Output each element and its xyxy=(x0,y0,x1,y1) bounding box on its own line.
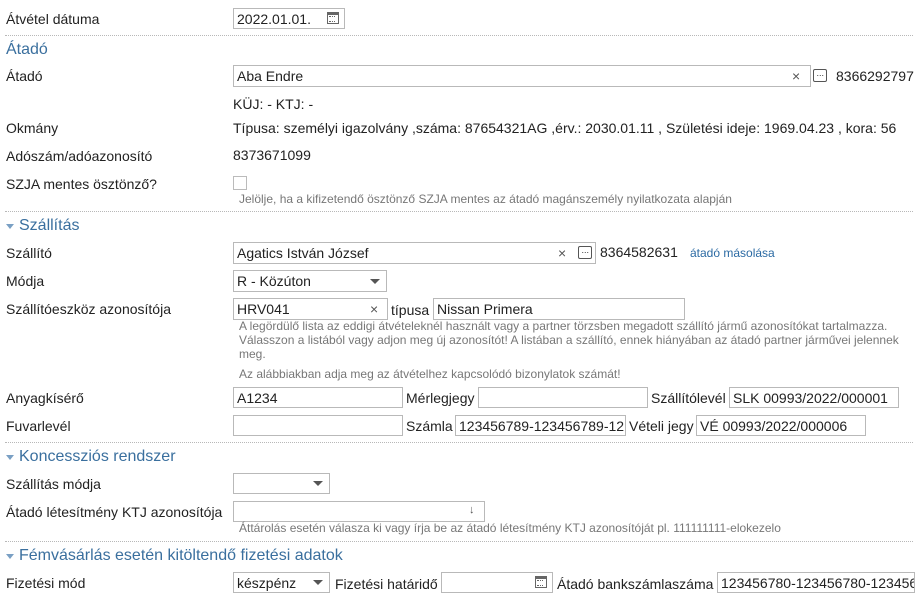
bank-label: Átadó bankszámlaszáma xyxy=(557,576,714,592)
chevron-down-icon xyxy=(313,481,323,486)
bank-value: 123456780-123456780-123456 xyxy=(721,575,915,591)
eszkoz-hint-3: meg. xyxy=(239,347,266,361)
veteli-value: VÉ 00993/2022/000006 xyxy=(700,418,848,434)
section-header-szallitas[interactable]: Szállítás xyxy=(6,217,79,235)
atado-copy-link[interactable]: átadó másolása xyxy=(690,246,775,260)
veteli-input[interactable]: VÉ 00993/2022/000006 xyxy=(696,415,866,436)
chevron-down-icon xyxy=(313,580,323,585)
atvetel-date-value: 2022.01.01. xyxy=(237,11,311,27)
szallito-code: 8364582631 xyxy=(600,244,678,260)
szallito-value: Agatics István József xyxy=(237,245,369,261)
atado-label: Átadó xyxy=(6,68,43,84)
tipusa-value: Nissan Primera xyxy=(437,301,533,317)
fizmod-label: Fizetési mód xyxy=(6,575,86,591)
separator xyxy=(5,35,913,36)
szallitolevel-input[interactable]: SLK 00993/2022/000001 xyxy=(729,387,899,408)
fuvarlevel-label: Fuvarlevél xyxy=(6,418,71,434)
fizmod-value: készpénz xyxy=(237,575,297,591)
bank-input[interactable]: 123456780-123456780-123456 xyxy=(717,572,915,593)
collapse-triangle-icon xyxy=(6,554,14,559)
szallitolevel-value: SLK 00993/2022/000001 xyxy=(733,390,888,406)
szja-checkbox[interactable] xyxy=(233,176,247,190)
modja-select[interactable]: R - Közúton xyxy=(233,270,387,292)
section-title-fem: Fémvásárlás esetén kitöltendő fizetési a… xyxy=(19,547,343,564)
section-title-atado: Átadó xyxy=(6,41,48,58)
section-title-koncesszio: Koncessziós rendszer xyxy=(19,448,176,465)
eszkoz-label: Szállítóeszköz azonosítója xyxy=(6,301,171,317)
eszkoz-hint-1: A legördülő lista az eddigi átvételeknél… xyxy=(239,319,888,333)
atado-value: Aba Endre xyxy=(237,68,304,84)
tipusa-input[interactable]: Nissan Primera xyxy=(433,298,685,320)
modja-value: R - Közúton xyxy=(237,273,311,289)
szallitolevel-label: Szállítólevél xyxy=(651,390,726,406)
section-header-fem[interactable]: Fémvásárlás esetén kitöltendő fizetési a… xyxy=(6,547,343,565)
eszkoz-value: HRV041 xyxy=(237,301,290,317)
okmany-label: Okmány xyxy=(6,120,59,136)
collapse-triangle-icon xyxy=(6,455,14,460)
szja-label: SZJA mentes ösztönző? xyxy=(6,176,157,192)
ktj-hint: Áttárolás esetén válasza ki vagy írja be… xyxy=(239,521,781,535)
szallito-label: Szállító xyxy=(6,245,52,261)
anyagkisero-label: Anyagkísérő xyxy=(6,390,84,406)
fuvarlevel-input[interactable] xyxy=(233,415,403,436)
szallitas-modja-label: Szállítás módja xyxy=(6,476,101,492)
hatarido-label: Fizetési határidő xyxy=(335,576,438,592)
kuj-ktj-text: KÜJ: - KTJ: - xyxy=(233,96,314,112)
calendar-icon[interactable] xyxy=(327,12,339,24)
eszkoz-hint-2: Válasszon a listából vagy adjon meg új a… xyxy=(239,333,899,347)
separator xyxy=(5,211,913,212)
atado-more-icon[interactable]: ··· xyxy=(813,69,827,82)
atado-code: 8366292797 xyxy=(836,68,914,84)
section-title-szallitas: Szállítás xyxy=(19,217,80,234)
calendar-icon[interactable] xyxy=(535,576,547,588)
szallito-more-icon[interactable]: ··· xyxy=(578,246,592,259)
szallito-input[interactable]: Agatics István József xyxy=(233,242,596,264)
anyagkisero-input[interactable]: A1234 xyxy=(233,387,403,408)
szamla-label: Számla xyxy=(406,418,453,434)
section-header-koncesszio[interactable]: Koncessziós rendszer xyxy=(6,448,176,466)
tipusa-label: típusa xyxy=(391,302,430,318)
atado-input[interactable]: Aba Endre xyxy=(233,65,811,87)
ktj-input[interactable] xyxy=(233,501,485,522)
veteli-label: Vételi jegy xyxy=(629,418,694,434)
merlegjegy-input[interactable] xyxy=(478,387,648,408)
adoszam-value: 8373671099 xyxy=(233,147,311,163)
merlegjegy-label: Mérlegjegy xyxy=(406,390,475,406)
okmany-value: Típusa: személyi igazolvány ,száma: 8765… xyxy=(233,120,897,136)
ktj-dropdown-icon[interactable]: ↓ xyxy=(469,504,475,516)
collapse-triangle-icon xyxy=(6,224,14,229)
adoszam-label: Adószám/adóazonosító xyxy=(6,148,153,164)
szamla-input[interactable]: 123456789-123456789-12 xyxy=(455,415,626,436)
anyagkisero-value: A1234 xyxy=(237,390,278,406)
chevron-down-icon xyxy=(370,279,380,284)
modja-label: Módja xyxy=(6,273,45,289)
szamla-value: 123456789-123456789-12 xyxy=(459,418,625,434)
separator xyxy=(5,541,913,542)
szallito-clear-icon[interactable]: × xyxy=(558,243,566,263)
eszkoz-input[interactable]: HRV041 xyxy=(233,298,388,320)
atado-clear-icon[interactable]: × xyxy=(792,66,800,86)
separator xyxy=(5,442,913,443)
bizonylat-hint: Az alábbiakban adja meg az átvételhez ka… xyxy=(239,367,621,381)
ktj-label: Átadó létesítmény KTJ azonosítója xyxy=(6,504,223,520)
atvetel-label: Átvétel dátuma xyxy=(6,11,100,27)
szja-hint: Jelölje, ha a kifizetendő ösztönző SZJA … xyxy=(239,192,732,206)
eszkoz-clear-icon[interactable]: × xyxy=(370,299,378,319)
